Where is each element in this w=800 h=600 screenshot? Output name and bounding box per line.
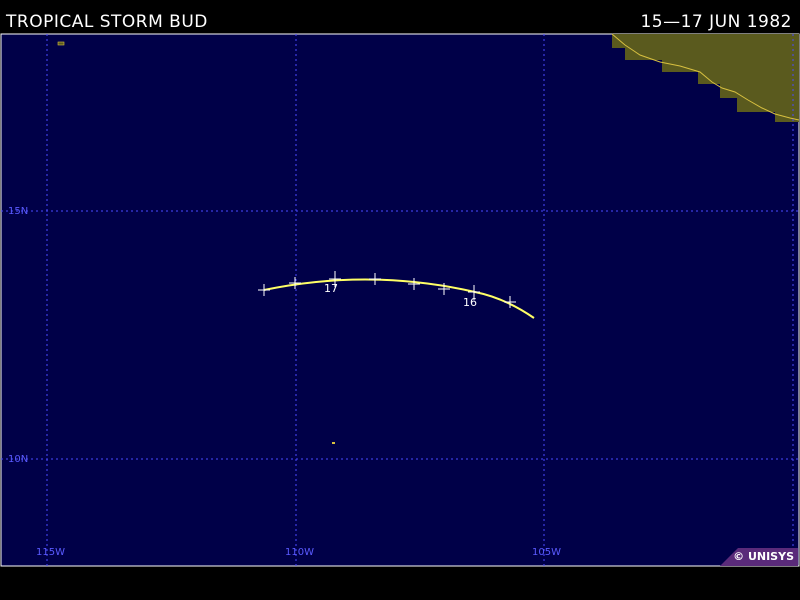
lon-label-105w: 105W bbox=[532, 547, 561, 558]
storm-track-map: 15N 10N 115W 110W 105W 10 17 16 bbox=[0, 33, 800, 567]
lon-label-115w: 115W bbox=[36, 547, 65, 558]
lon-label-110w: 110W bbox=[285, 547, 314, 558]
day-label-16: 16 bbox=[463, 296, 477, 309]
island bbox=[57, 41, 65, 46]
lat-label-10n: 10N bbox=[8, 454, 28, 465]
ocean-area bbox=[0, 33, 800, 567]
day-label-17: 17 bbox=[324, 282, 338, 295]
island-small bbox=[332, 442, 335, 444]
lat-label-15n: 15N bbox=[8, 206, 28, 217]
